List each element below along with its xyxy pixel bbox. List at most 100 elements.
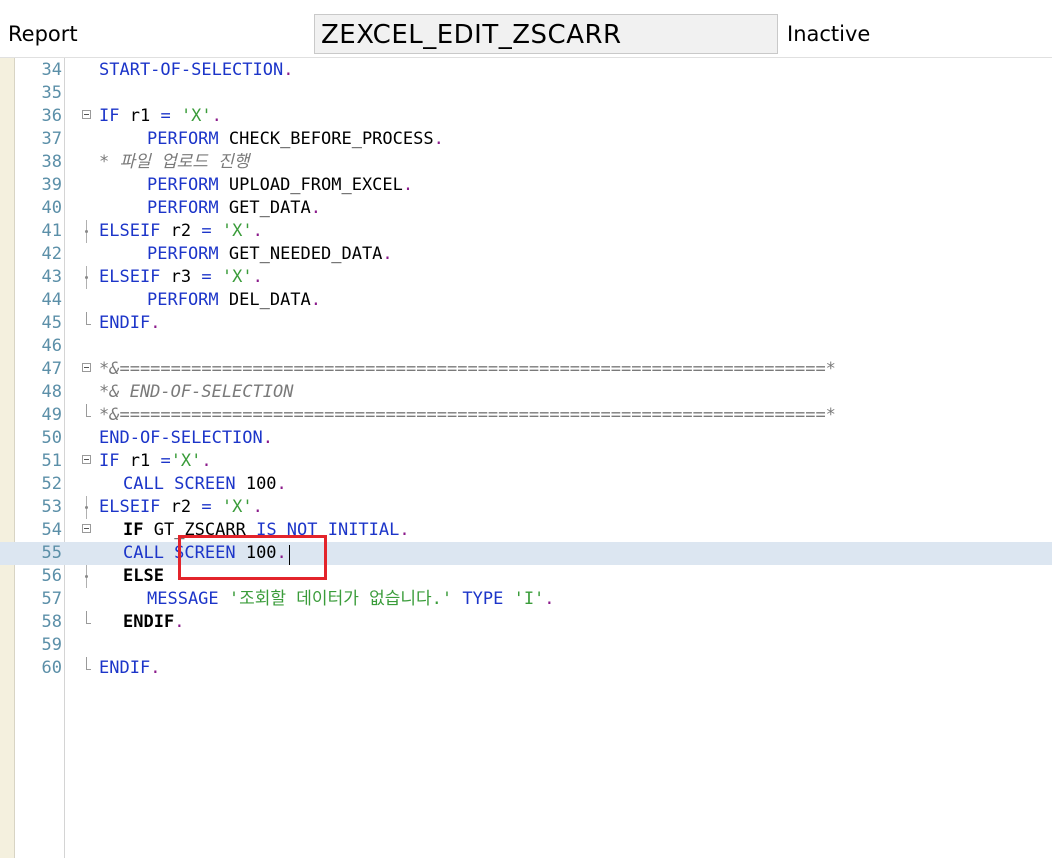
code-text: PERFORM DEL_DATA. bbox=[147, 289, 321, 312]
code-line[interactable]: 35 bbox=[0, 82, 1052, 105]
code-line[interactable]: 52 CALL SCREEN 100. bbox=[0, 473, 1052, 496]
period-token: . bbox=[433, 129, 444, 149]
code-text: ELSE bbox=[123, 565, 164, 588]
string-literal: 'X' bbox=[221, 267, 253, 287]
fold-end-icon bbox=[86, 611, 91, 624]
line-number: 46 bbox=[41, 336, 62, 356]
keyword-token: ELSEIF bbox=[99, 267, 161, 287]
code-line[interactable]: 45 ENDIF. bbox=[0, 312, 1052, 335]
collapse-block-icon[interactable] bbox=[82, 363, 91, 372]
code-text: ENDIF. bbox=[99, 657, 160, 680]
code-text: PERFORM GET_DATA. bbox=[147, 197, 321, 220]
code-line[interactable]: 56 ELSE bbox=[0, 565, 1052, 588]
code-line[interactable]: 55 CALL SCREEN 100. bbox=[0, 542, 1052, 565]
code-text: r3 bbox=[160, 267, 202, 287]
code-text: END-OF-SELECTION. bbox=[99, 427, 273, 450]
keyword-token: PERFORM bbox=[147, 244, 219, 264]
editor-header: Report ZEXCEL_EDIT_ZSCARR Inactive bbox=[0, 0, 1052, 58]
code-text: CHECK_BEFORE_PROCESS bbox=[218, 129, 434, 149]
code-line[interactable]: 44 PERFORM DEL_DATA. bbox=[0, 289, 1052, 312]
code-line[interactable]: 41 ELSEIF r2 = 'X'. bbox=[0, 220, 1052, 243]
keyword-token: IF bbox=[99, 451, 120, 471]
code-text: PERFORM GET_NEEDED_DATA. bbox=[147, 243, 393, 266]
keyword-token: = bbox=[160, 106, 171, 126]
code-line[interactable]: 50 END-OF-SELECTION. bbox=[0, 427, 1052, 450]
code-line[interactable]: 43 ELSEIF r3 = 'X'. bbox=[0, 266, 1052, 289]
code-line[interactable]: 58 ENDIF. bbox=[0, 611, 1052, 634]
code-line[interactable]: 34 START-OF-SELECTION. bbox=[0, 59, 1052, 82]
code-text: ENDIF. bbox=[99, 312, 160, 335]
object-type-label: Report bbox=[8, 22, 78, 46]
highlight-annotation-box bbox=[178, 535, 327, 580]
line-number: 44 bbox=[41, 290, 62, 310]
code-line[interactable]: 47 *&====================================… bbox=[0, 358, 1052, 381]
code-line[interactable]: 36 IF r1 = 'X'. bbox=[0, 105, 1052, 128]
keyword-token: PERFORM bbox=[147, 175, 219, 195]
keyword-token: MESSAGE bbox=[147, 589, 219, 609]
line-number: 36 bbox=[41, 106, 62, 126]
keyword-token: PERFORM bbox=[147, 129, 219, 149]
collapse-block-icon[interactable] bbox=[82, 524, 91, 533]
code-text: *& END-OF-SELECTION bbox=[99, 381, 293, 404]
line-number: 57 bbox=[41, 589, 62, 609]
keyword-token: TYPE bbox=[462, 589, 504, 609]
code-text: UPLOAD_FROM_EXCEL bbox=[218, 175, 403, 195]
code-text: r1 bbox=[119, 106, 161, 126]
code-line[interactable]: 48 *& END-OF-SELECTION bbox=[0, 381, 1052, 404]
code-text: GET_NEEDED_DATA bbox=[218, 244, 383, 264]
code-line[interactable]: 59 bbox=[0, 634, 1052, 657]
code-text: PERFORM UPLOAD_FROM_EXCEL. bbox=[147, 174, 413, 197]
keyword-token: = bbox=[201, 497, 212, 517]
code-text: r1 bbox=[119, 451, 161, 471]
period-token: . bbox=[283, 60, 294, 80]
fold-branch-icon bbox=[85, 276, 88, 279]
period-token: . bbox=[382, 244, 393, 264]
line-number: 58 bbox=[41, 612, 62, 632]
code-text: GET_DATA bbox=[218, 198, 311, 218]
fold-end-icon bbox=[86, 404, 91, 417]
line-number: 59 bbox=[41, 635, 62, 655]
period-token: . bbox=[544, 589, 555, 609]
code-line[interactable]: 49 *&====================================… bbox=[0, 404, 1052, 427]
code-text: DEL_DATA bbox=[218, 290, 311, 310]
string-literal: 'X' bbox=[221, 497, 253, 517]
code-line[interactable]: 53 ELSEIF r2 = 'X'. bbox=[0, 496, 1052, 519]
line-number: 49 bbox=[41, 405, 62, 425]
code-text: ELSEIF r3 = 'X'. bbox=[99, 266, 263, 289]
line-number: 39 bbox=[41, 175, 62, 195]
code-line[interactable]: 39 PERFORM UPLOAD_FROM_EXCEL. bbox=[0, 174, 1052, 197]
code-line[interactable]: 60 ENDIF. bbox=[0, 657, 1052, 680]
code-line[interactable]: 37 PERFORM CHECK_BEFORE_PROCESS. bbox=[0, 128, 1052, 151]
line-number: 37 bbox=[41, 129, 62, 149]
program-name-field[interactable]: ZEXCEL_EDIT_ZSCARR bbox=[314, 14, 778, 54]
line-number: 52 bbox=[41, 474, 62, 494]
code-line[interactable]: 46 bbox=[0, 335, 1052, 358]
code-line[interactable]: 54 IF GT_ZSCARR IS NOT INITIAL. bbox=[0, 519, 1052, 542]
collapse-block-icon[interactable] bbox=[82, 110, 91, 119]
line-number: 35 bbox=[41, 83, 62, 103]
collapse-block-icon[interactable] bbox=[82, 455, 91, 464]
keyword-token: PERFORM bbox=[147, 290, 219, 310]
code-text: *&======================================… bbox=[99, 358, 836, 381]
code-line[interactable]: 42 PERFORM GET_NEEDED_DATA. bbox=[0, 243, 1052, 266]
code-line[interactable]: 57 MESSAGE '조회할 데이터가 없습니다.' TYPE 'I'. bbox=[0, 588, 1052, 611]
string-literal: 'X' bbox=[221, 221, 253, 241]
line-number: 38 bbox=[41, 152, 62, 172]
period-token: . bbox=[310, 198, 322, 218]
line-number: 34 bbox=[41, 60, 62, 80]
fold-branch-icon bbox=[85, 506, 88, 509]
period-token: . bbox=[402, 175, 414, 195]
keyword-token: START-OF-SELECTION bbox=[99, 60, 284, 80]
keyword-token: END-OF-SELECTION bbox=[99, 428, 263, 448]
line-number: 53 bbox=[41, 497, 62, 517]
string-literal: 'X' bbox=[170, 451, 202, 471]
code-line[interactable]: 40 PERFORM GET_DATA. bbox=[0, 197, 1052, 220]
code-line[interactable]: 38 * 파일 업로드 진행 bbox=[0, 151, 1052, 174]
code-line[interactable]: 51 IF r1 ='X'. bbox=[0, 450, 1052, 473]
line-number: 51 bbox=[41, 451, 62, 471]
keyword-token: ENDIF bbox=[123, 612, 175, 632]
